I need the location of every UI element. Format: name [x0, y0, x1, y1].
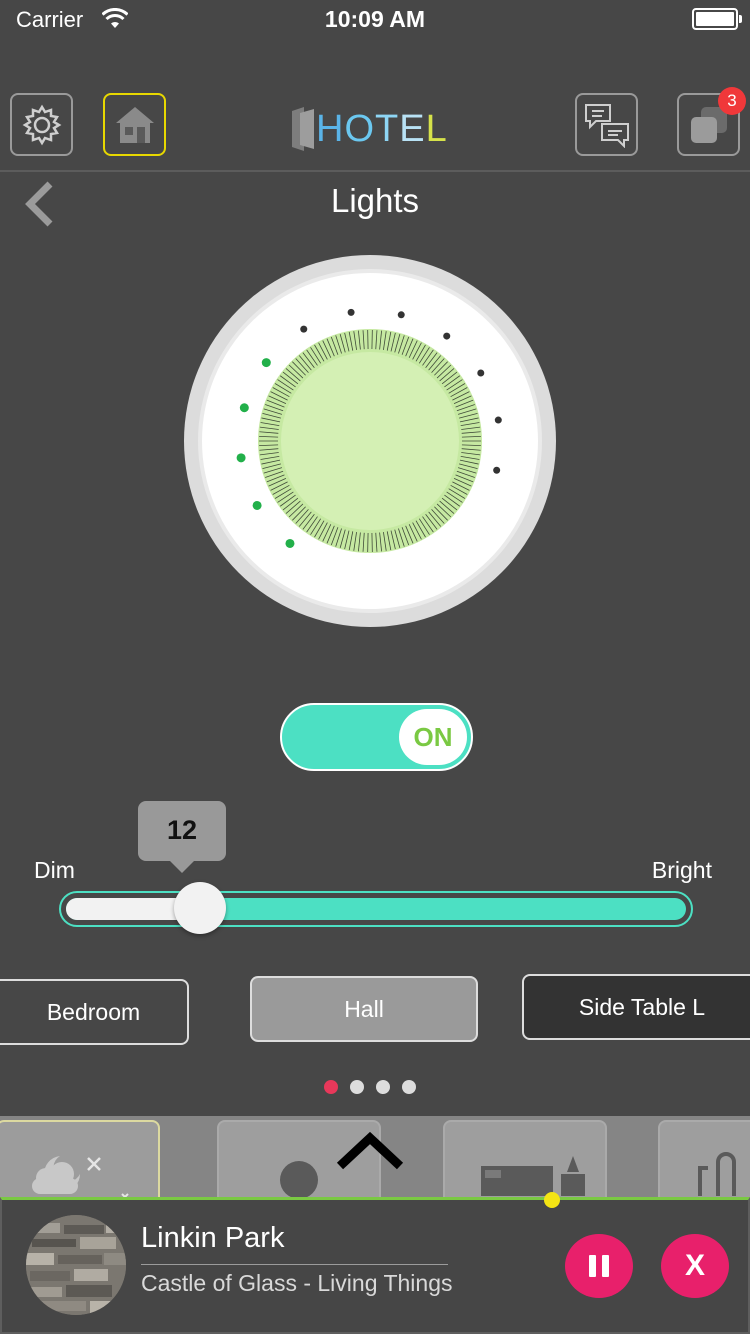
indicator-dot-active — [285, 538, 295, 548]
indicator-dot — [347, 308, 355, 316]
playback-progress-dot[interactable] — [544, 1192, 560, 1208]
page-dot[interactable] — [402, 1080, 416, 1094]
page-title: Lights — [330, 182, 420, 219]
room-bedroom-button[interactable]: Bedroom — [0, 979, 189, 1045]
slider-thumb[interactable] — [174, 882, 227, 934]
apps-button[interactable]: 3 — [677, 87, 746, 156]
indicator-dot-active — [239, 403, 249, 413]
battery-icon — [692, 8, 742, 30]
title-underline — [141, 1264, 448, 1265]
settings-button[interactable] — [10, 93, 73, 156]
brightness-slider[interactable] — [59, 891, 693, 927]
gear-icon — [22, 104, 61, 145]
slider-fill — [66, 898, 187, 920]
slider-value-tooltip: 12 — [138, 801, 226, 873]
indicator-dot — [494, 416, 502, 424]
hotel-logo: HOTEL — [292, 107, 448, 151]
messages-button[interactable] — [575, 93, 638, 156]
indicator-dot — [397, 311, 405, 319]
pause-button[interactable] — [565, 1234, 633, 1298]
home-button[interactable] — [103, 93, 166, 156]
indicator-dot — [443, 332, 451, 340]
room-label: Bedroom — [46, 998, 141, 1025]
chevron-up-icon — [336, 1131, 404, 1170]
room-hall-button[interactable]: Hall — [250, 976, 478, 1042]
page-dot[interactable] — [350, 1080, 364, 1094]
close-player-button[interactable]: X — [661, 1234, 729, 1298]
artist-name: Linkin Park — [141, 1222, 285, 1254]
room-label: Side Table L — [578, 993, 706, 1020]
pause-icon — [589, 1255, 609, 1277]
song-title: Castle of Glass - Living Things — [141, 1270, 453, 1296]
album-art-image — [26, 1215, 126, 1315]
dial-center — [281, 352, 459, 530]
album-art — [26, 1215, 126, 1315]
notification-badge: 3 — [718, 87, 746, 115]
room-side-table-button[interactable]: Side Table L — [522, 974, 750, 1040]
scene-night-button[interactable] — [0, 1120, 160, 1200]
status-bar: Carrier 10:09 AM — [0, 0, 750, 40]
logo-mark-icon — [292, 107, 314, 151]
scene-bedroom-button[interactable] — [443, 1120, 607, 1200]
indicator-dot — [493, 466, 501, 474]
indicator-dot-active — [236, 453, 246, 463]
indicator-dot-active — [252, 500, 262, 510]
moon-cloud-icon — [32, 1156, 129, 1200]
room-label: Hall — [344, 995, 384, 1022]
toggle-knob: ON — [399, 709, 467, 765]
bath-icon — [698, 1152, 736, 1196]
light-dial[interactable] — [184, 255, 556, 627]
indicator-dot — [477, 369, 485, 377]
bright-label: Bright — [651, 857, 712, 883]
clock: 10:09 AM — [324, 6, 426, 32]
page-indicator[interactable] — [324, 1080, 416, 1094]
header-divider — [0, 170, 750, 172]
chat-icon — [584, 103, 629, 148]
scene-bath-button[interactable] — [658, 1120, 750, 1200]
page-dot[interactable] — [324, 1080, 338, 1094]
expand-tray-button[interactable] — [334, 1128, 406, 1172]
home-icon — [115, 106, 154, 143]
indicator-dot — [300, 325, 308, 333]
power-toggle[interactable]: ON — [280, 703, 473, 771]
indicator-dot-active — [261, 358, 271, 368]
dim-label: Dim — [34, 857, 75, 883]
bed-icon — [481, 1156, 585, 1196]
page-dot[interactable] — [376, 1080, 390, 1094]
